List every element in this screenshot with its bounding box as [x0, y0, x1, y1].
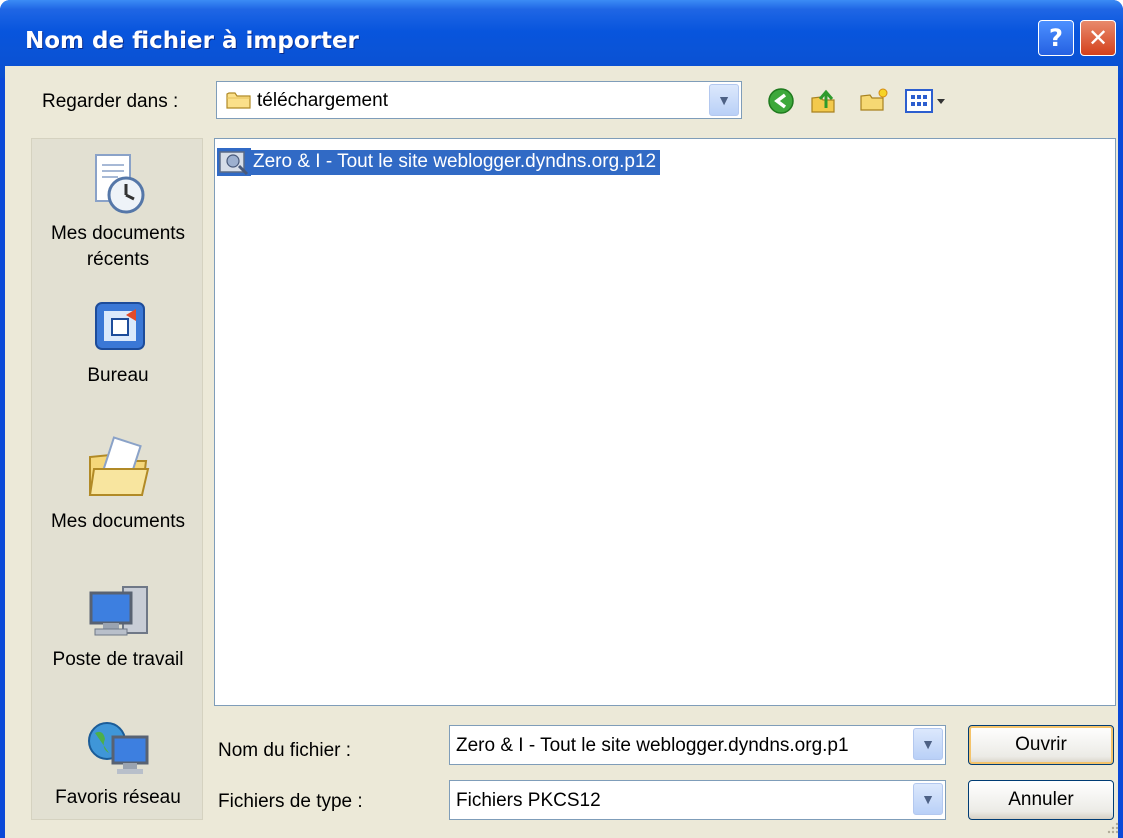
folder-icon — [226, 92, 251, 109]
place-my-documents-label: Mes documents — [50, 511, 186, 532]
place-my-computer-label: Poste de travail — [52, 649, 184, 670]
filename-field[interactable]: Zero & I - Tout le site weblogger.dyndns… — [449, 725, 946, 765]
filetype-label: Fichiers de type : — [218, 791, 363, 812]
place-network-label: Favoris réseau — [55, 787, 181, 808]
help-icon: ? — [1049, 24, 1063, 52]
chevron-down-icon[interactable]: ▼ — [913, 783, 943, 815]
desktop-icon — [95, 302, 145, 350]
place-recent-documents[interactable]: Mes documents récents — [32, 151, 204, 273]
my-computer-icon — [89, 586, 148, 636]
cancel-button[interactable]: Annuler — [968, 780, 1114, 820]
place-desktop-label: Bureau — [87, 365, 149, 386]
my-documents-icon — [88, 436, 150, 496]
open-button[interactable]: Ouvrir — [968, 725, 1114, 765]
window-title: Nom de fichier à importer — [25, 28, 359, 54]
open-button-label: Ouvrir — [1015, 734, 1067, 755]
cancel-button-label: Annuler — [1008, 789, 1074, 810]
resize-grip-icon[interactable] — [1105, 820, 1119, 834]
chevron-down-icon[interactable]: ▼ — [913, 728, 943, 760]
filename-value: Zero & I - Tout le site weblogger.dyndns… — [456, 735, 849, 756]
up-folder-icon[interactable] — [808, 86, 840, 116]
look-in-value: téléchargement — [257, 90, 388, 111]
file-list[interactable]: Zero & I - Tout le site weblogger.dyndns… — [214, 138, 1116, 706]
close-icon: ✕ — [1087, 24, 1109, 52]
certificate-file-icon — [217, 148, 251, 176]
place-my-computer[interactable]: Poste de travail — [32, 583, 204, 673]
chevron-down-icon[interactable]: ▼ — [709, 84, 739, 116]
back-icon[interactable] — [765, 86, 797, 116]
place-desktop[interactable]: Bureau — [32, 297, 204, 389]
place-recent-label: Mes documents récents — [50, 223, 186, 270]
network-places-icon — [88, 722, 149, 774]
view-menu-icon[interactable] — [903, 86, 953, 116]
new-folder-icon[interactable] — [858, 86, 890, 116]
place-network[interactable]: Favoris réseau — [32, 719, 204, 811]
recent-documents-icon — [95, 154, 145, 214]
list-item[interactable]: Zero & I - Tout le site weblogger.dyndns… — [217, 147, 661, 177]
place-my-documents[interactable]: Mes documents — [32, 435, 204, 535]
file-name: Zero & I - Tout le site weblogger.dyndns… — [251, 149, 661, 175]
file-dialog-window: Nom de fichier à importer ? ✕ Regarder d… — [0, 0, 1123, 838]
help-button[interactable]: ? — [1038, 20, 1074, 56]
filename-label: Nom du fichier : — [218, 740, 352, 761]
filetype-select[interactable]: Fichiers PKCS12 ▼ — [449, 780, 946, 820]
close-button[interactable]: ✕ — [1080, 20, 1116, 56]
look-in-combo[interactable]: téléchargement ▼ — [216, 81, 742, 119]
look-in-label: Regarder dans : — [42, 91, 179, 112]
places-bar: Mes documents récents Bureau Mes documen… — [31, 138, 203, 820]
filetype-value: Fichiers PKCS12 — [456, 790, 601, 811]
